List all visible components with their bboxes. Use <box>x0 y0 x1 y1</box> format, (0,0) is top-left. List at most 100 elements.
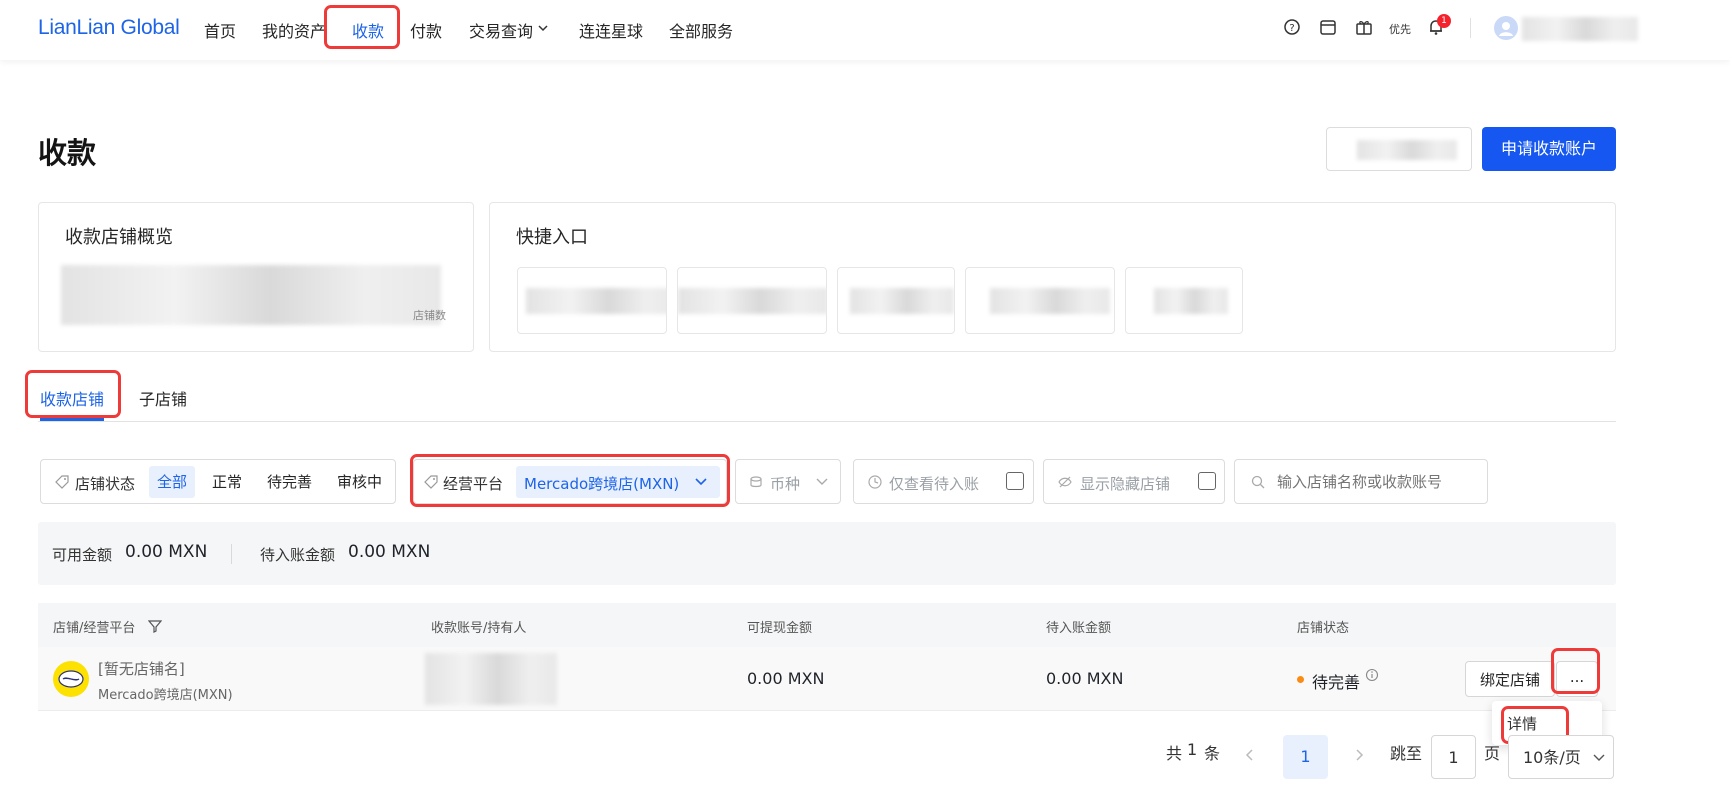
pagination-total: 1 <box>1187 740 1198 759</box>
page-size-value: 10条/页 <box>1523 748 1581 767</box>
currency-filter-label: 币种 <box>770 475 801 493</box>
show-hidden-label: 显示隐藏店铺 <box>1080 475 1171 493</box>
coins-icon <box>750 476 762 488</box>
search-input[interactable] <box>1277 469 1477 495</box>
mercado-logo <box>53 661 89 697</box>
available-label: 可用金额 <box>52 546 113 564</box>
quick-tile[interactable] <box>517 267 667 334</box>
svg-text:?: ? <box>1289 23 1294 34</box>
quick-tile[interactable] <box>837 267 955 334</box>
pagination-total-prefix: 共 <box>1166 744 1183 763</box>
nav-lianlian-planet[interactable]: 连连星球 <box>579 18 643 42</box>
page-size-select[interactable]: 10条/页 <box>1508 735 1614 779</box>
status-dot <box>1297 676 1304 683</box>
eye-off-icon <box>1058 476 1072 488</box>
show-hidden-filter[interactable]: 显示隐藏店铺 <box>1043 459 1225 504</box>
page-suffix: 页 <box>1484 744 1501 763</box>
status-filter: 店铺状态 全部 正常 待完善 审核中 <box>40 459 396 504</box>
summary-bar: 可用金额 0.00 MXN 待入账金额 0.00 MXN <box>38 522 1616 585</box>
column-header: 待入账金额 <box>1046 621 1112 636</box>
pending-label: 待入账金额 <box>260 546 336 564</box>
page-title: 收款 <box>38 136 97 170</box>
nav-pay[interactable]: 付款 <box>410 18 442 42</box>
highlight-box-tab <box>25 370 121 418</box>
overview-card: 收款店铺概览 店铺数 <box>38 202 474 352</box>
column-header: 店铺状态 <box>1297 621 1350 636</box>
nav-transactions[interactable]: 交易查询 <box>469 18 533 42</box>
pending-amount: 0.00 MXN <box>1046 669 1124 688</box>
pending-value: 0.00 MXN <box>348 542 431 562</box>
available-value: 0.00 MXN <box>125 542 208 562</box>
status-option-incomplete[interactable]: 待完善 <box>259 466 320 498</box>
info-icon[interactable] <box>1365 668 1379 682</box>
show-hidden-checkbox[interactable] <box>1198 472 1216 490</box>
withdrawable-amount: 0.00 MXN <box>747 669 825 688</box>
quick-tile[interactable] <box>965 267 1115 334</box>
column-header: 店铺/经营平台 <box>53 621 136 636</box>
account-number-redacted <box>425 653 557 705</box>
highlight-box-more <box>1551 648 1600 694</box>
divider <box>1470 18 1471 38</box>
table-row: [暂无店铺名] Mercado跨境店(MXN) 0.00 MXN 0.00 MX… <box>38 647 1616 711</box>
status-option-all[interactable]: 全部 <box>149 466 196 498</box>
pending-only-checkbox[interactable] <box>1006 472 1024 490</box>
chevron-down-icon <box>816 478 828 485</box>
handshake-icon <box>58 670 84 688</box>
tab-active-indicator <box>40 418 104 421</box>
chevron-right-icon[interactable] <box>1353 748 1365 762</box>
highlight-box-platform <box>410 454 730 507</box>
quick-tile[interactable] <box>677 267 827 334</box>
page-1[interactable]: 1 <box>1283 735 1328 779</box>
table-header: 店铺/经营平台 收款账号/持有人 可提现金额 待入账金额 店铺状态 <box>38 603 1616 647</box>
column-header: 可提现金额 <box>747 621 813 636</box>
nav-all-services[interactable]: 全部服务 <box>669 18 733 42</box>
jump-label: 跳至 <box>1390 744 1423 763</box>
priority-label[interactable]: 优先 <box>1389 21 1411 37</box>
overview-data-redacted <box>61 265 441 325</box>
tabs-baseline <box>38 421 1616 422</box>
user-icon <box>1499 22 1513 36</box>
search-box[interactable] <box>1234 459 1488 504</box>
nav-home[interactable]: 首页 <box>204 18 236 42</box>
filter-icon[interactable] <box>148 619 162 633</box>
column-header: 收款账号/持有人 <box>431 621 527 636</box>
overview-footnote: 店铺数 <box>413 309 446 322</box>
search-icon <box>1251 475 1265 489</box>
quick-access-card: 快捷入口 <box>489 202 1616 352</box>
store-platform: Mercado跨境店(MXN) <box>98 688 233 703</box>
user-name-redacted <box>1522 17 1638 41</box>
bind-store-button[interactable]: 绑定店铺 <box>1465 661 1555 697</box>
pending-only-label: 仅查看待入账 <box>889 475 980 493</box>
status-option-normal[interactable]: 正常 <box>204 466 250 498</box>
status-filter-label: 店铺状态 <box>75 475 136 493</box>
account-selector[interactable] <box>1326 127 1472 171</box>
account-redacted <box>1357 140 1457 160</box>
chevron-down-icon <box>538 25 548 32</box>
pagination-total-suffix: 条 <box>1204 744 1221 763</box>
chevron-down-icon <box>1593 754 1605 761</box>
tag-icon <box>55 475 69 489</box>
currency-filter[interactable]: 币种 <box>735 459 841 504</box>
overview-card-title: 收款店铺概览 <box>65 227 173 248</box>
avatar[interactable] <box>1494 16 1518 40</box>
status-option-reviewing[interactable]: 审核中 <box>329 466 390 498</box>
logo[interactable]: LianLian Global <box>38 16 180 40</box>
chevron-left-icon[interactable] <box>1244 748 1256 762</box>
calendar-icon[interactable] <box>1319 18 1337 36</box>
pending-only-filter[interactable]: 仅查看待入账 <box>853 459 1034 504</box>
help-icon[interactable]: ? <box>1283 18 1301 36</box>
top-navigation: LianLian Global 首页 我的资产 收款 付款 交易查询 连连星球 … <box>0 0 1730 60</box>
quick-tile[interactable] <box>1125 267 1243 334</box>
store-status: 待完善 <box>1312 673 1361 692</box>
nav-my-assets[interactable]: 我的资产 <box>262 18 326 42</box>
gift-icon[interactable] <box>1355 18 1373 36</box>
notification-badge: 1 <box>1437 14 1451 28</box>
quick-access-title: 快捷入口 <box>516 227 588 248</box>
highlight-box-nav <box>324 5 400 49</box>
jump-page-input[interactable]: 1 <box>1431 735 1476 779</box>
divider <box>231 544 232 564</box>
clock-icon <box>868 475 882 489</box>
apply-account-button[interactable]: 申请收款账户 <box>1482 127 1616 171</box>
tab-sub-stores[interactable]: 子店铺 <box>139 386 187 410</box>
store-name: [暂无店铺名] <box>98 660 185 678</box>
